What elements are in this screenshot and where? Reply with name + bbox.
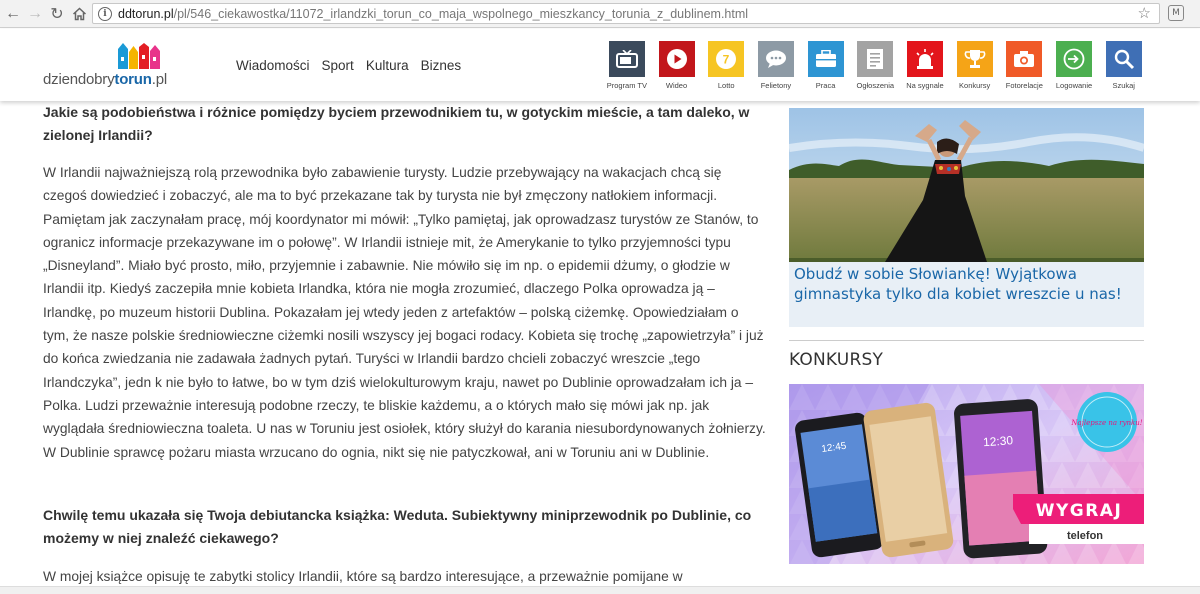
lotto-ball-icon: 7	[708, 41, 745, 77]
address-bar[interactable]: i ddtorun.pl /pl/546_ciekawostka/11072_i…	[92, 3, 1160, 24]
main-nav: Wiadomości Sport Kultura Biznes	[235, 58, 462, 73]
logo-mark-icon	[118, 43, 160, 69]
tile-fotorelacje[interactable]: Fotorelacje	[1000, 41, 1050, 90]
interview-answer-2: W mojej książce opisuję te zabytki stoli…	[43, 569, 683, 584]
tile-na-sygnale[interactable]: Na sygnale	[900, 41, 950, 90]
extension-icon[interactable]: M	[1168, 5, 1184, 21]
camera-icon	[1006, 41, 1043, 77]
promo-photo	[789, 108, 1144, 262]
login-icon	[1056, 41, 1093, 77]
tile-lotto[interactable]: 7 Lotto	[701, 41, 751, 90]
siren-icon	[906, 41, 943, 77]
page-info-icon[interactable]: i	[98, 6, 112, 21]
tile-szukaj[interactable]: Szukaj	[1099, 41, 1149, 90]
tile-felietony[interactable]: Felietony	[751, 41, 801, 90]
bookmark-star-icon[interactable]: ☆	[1138, 4, 1151, 22]
home-icon[interactable]	[68, 3, 90, 25]
url-host: ddtorun.pl	[118, 6, 174, 21]
play-icon	[658, 41, 695, 77]
interview-question-1: Jakie są podobieństwa i różnice pomiędzy…	[43, 104, 750, 144]
url-path: /pl/546_ciekawostka/11072_irlandzki_toru…	[173, 6, 749, 21]
svg-text:7: 7	[723, 53, 730, 67]
back-arrow-icon[interactable]: ←	[2, 3, 24, 25]
forward-arrow-icon[interactable]: →	[24, 3, 46, 25]
svg-text:telefon: telefon	[1067, 530, 1103, 542]
search-icon	[1105, 41, 1142, 77]
promo-title[interactable]: Obudź w sobie Słowiankę! Wyjątkowa gimna…	[794, 265, 1139, 304]
interview-question-2: Chwilę temu ukazała się Twoja debiutanck…	[43, 507, 752, 547]
nav-item-biznes[interactable]: Biznes	[420, 58, 463, 73]
nav-item-kultura[interactable]: Kultura	[365, 58, 410, 73]
tile-konkursy[interactable]: Konkursy	[950, 41, 1000, 90]
svg-text:12:30: 12:30	[983, 433, 1014, 449]
tile-logowanie[interactable]: Logowanie	[1049, 41, 1099, 90]
tile-ogloszenia[interactable]: Ogłoszenia	[850, 41, 900, 90]
svg-text:Najlepsze na rynku!: Najlepsze na rynku!	[1070, 419, 1142, 427]
contest-banner[interactable]: 12:45 12:30 Najlepsze na rynku! WYGRAJ t…	[789, 384, 1144, 564]
browser-toolbar: ← → ↻ i ddtorun.pl /pl/546_ciekawostka/1…	[0, 0, 1200, 28]
briefcase-icon	[807, 41, 844, 77]
tile-praca[interactable]: Praca	[801, 41, 851, 90]
speech-bubble-icon	[757, 41, 794, 77]
logo-wordmark: dziendobrytorun.pl	[43, 71, 167, 88]
reload-icon[interactable]: ↻	[46, 3, 68, 25]
konkursy-heading: KONKURSY	[789, 350, 884, 370]
document-icon	[857, 41, 894, 77]
tile-wideo[interactable]: Wideo	[652, 41, 702, 90]
horizontal-scrollbar[interactable]	[0, 586, 1200, 594]
interview-answer-1: W Irlandii najważniejszą rolą przewodnik…	[43, 165, 766, 460]
tile-program-tv[interactable]: Program TV	[602, 41, 652, 90]
nav-item-wiadomosci[interactable]: Wiadomości	[235, 58, 311, 73]
site-header: dziendobrytorun.pl Wiadomości Sport Kult…	[0, 29, 1200, 101]
trophy-icon	[956, 41, 993, 77]
site-logo[interactable]: dziendobrytorun.pl	[43, 43, 183, 93]
tv-icon	[608, 41, 645, 77]
promo-article-card[interactable]: Obudź w sobie Słowiankę! Wyjątkowa gimna…	[789, 108, 1144, 327]
service-tiles: Program TV Wideo 7 Lotto Felietony Praca	[602, 41, 1149, 90]
svg-text:WYGRAJ: WYGRAJ	[1036, 501, 1123, 521]
sidebar-divider	[789, 340, 1144, 341]
nav-item-sport[interactable]: Sport	[321, 58, 355, 73]
